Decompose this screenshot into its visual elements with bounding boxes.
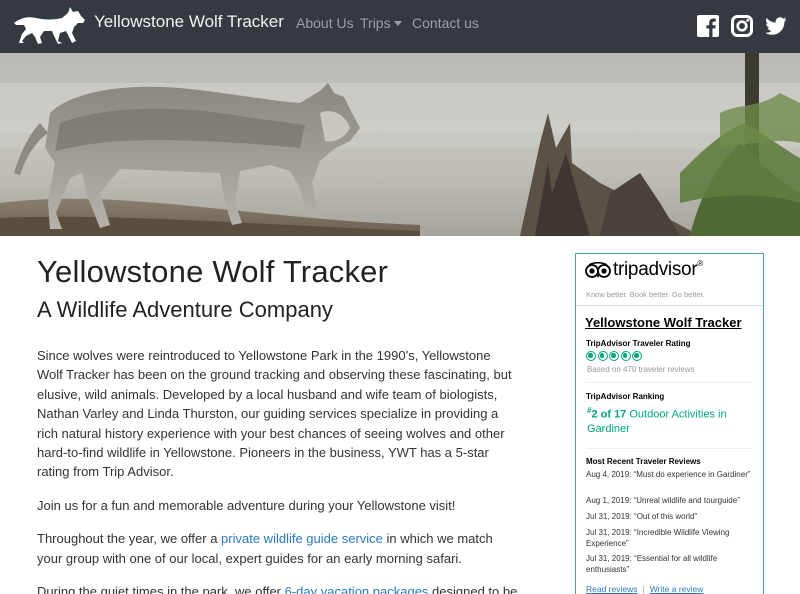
tripadvisor-widget: tripadvisor® Know better. Book better. G… [575, 253, 764, 594]
tripadvisor-owl-icon [585, 262, 611, 278]
rating-bubbles [586, 351, 644, 363]
write-review-link[interactable]: Write a review [650, 584, 704, 594]
recent-reviews-label: Most Recent Traveler Reviews [586, 457, 701, 466]
ranking-link[interactable]: #2 of 17 Outdoor Activities in Gardiner [587, 404, 757, 436]
nav-contact-us[interactable]: Contact us [412, 15, 479, 31]
nav-trips-dropdown[interactable]: Trips [360, 15, 402, 31]
nav-about-us[interactable]: About Us [296, 15, 354, 31]
trademark-icon: ® [697, 259, 703, 268]
review-count: Based on 470 traveler reviews [587, 365, 695, 374]
main-content: Yellowstone Wolf Tracker A Wildlife Adve… [37, 254, 519, 594]
review-links: Read reviews | Write a review [586, 584, 703, 594]
review-item[interactable]: Aug 4, 2019: “Must do experience in Gard… [586, 469, 756, 480]
navbar: Yellowstone Wolf Tracker About Us Trips … [0, 0, 800, 53]
paragraph-text: designed to be [428, 584, 518, 594]
intro-paragraph: Since wolves were reintroduced to Yellow… [37, 348, 512, 480]
rating-bubble-icon [609, 351, 619, 361]
instagram-icon[interactable] [731, 15, 753, 37]
wolf-logo-icon[interactable] [12, 3, 86, 45]
twitter-icon[interactable] [765, 15, 787, 37]
rating-label: TripAdvisor Traveler Rating [586, 339, 691, 348]
chevron-down-icon [393, 20, 402, 26]
review-item[interactable]: Aug 1, 2019: “Unreal wildlife and tourgu… [586, 495, 756, 506]
nav-trips-label: Trips [360, 15, 391, 31]
link-separator: | [642, 584, 645, 594]
tripadvisor-logo-text: tripadvisor [613, 259, 698, 280]
rating-bubble-icon [597, 351, 608, 361]
join-paragraph: Join us for a fun and memorable adventur… [37, 497, 456, 513]
guide-service-paragraph: Throughout the year, we offer a private … [37, 529, 519, 568]
rating-bubble-icon [586, 351, 596, 361]
brand-name[interactable]: Yellowstone Wolf Tracker [94, 12, 284, 32]
rating-bubble-icon [620, 351, 631, 361]
review-item[interactable]: Jul 31, 2019: “Essential for all wildlif… [586, 553, 756, 575]
read-reviews-link[interactable]: Read reviews [586, 584, 638, 594]
vacation-paragraph: During the quiet times in the park, we o… [37, 582, 519, 594]
hero-image [0, 53, 800, 236]
wolf-photo [0, 53, 800, 236]
paragraph-text: During the quiet times in the park, we o… [37, 584, 285, 594]
page-subtitle: A Wildlife Adventure Company [37, 297, 333, 322]
tripadvisor-tagline: Know better. Book better. Go better. [586, 290, 705, 299]
vacation-packages-link[interactable]: 6-day vacation packages [285, 584, 429, 594]
review-item[interactable]: Jul 31, 2019: “Out of this world” [586, 511, 756, 522]
facebook-icon[interactable] [697, 15, 719, 37]
divider [586, 448, 753, 449]
paragraph-text: Throughout the year, we offer a [37, 531, 222, 547]
divider [586, 382, 753, 383]
ranking-label: TripAdvisor Ranking [586, 392, 665, 401]
review-item[interactable]: Jul 31, 2019: “Incredible Wildlife Viewi… [586, 527, 756, 549]
ranking-number: 2 of 17 [591, 408, 627, 421]
rating-bubble-icon [632, 351, 642, 361]
tripadvisor-logo: tripadvisor® [613, 259, 703, 281]
page-title: Yellowstone Wolf Tracker [37, 254, 389, 289]
business-name-link[interactable]: Yellowstone Wolf Tracker [585, 315, 742, 330]
tripadvisor-header[interactable]: tripadvisor® Know better. Book better. G… [576, 254, 763, 306]
private-guide-link[interactable]: private wildlife guide service [221, 531, 383, 546]
